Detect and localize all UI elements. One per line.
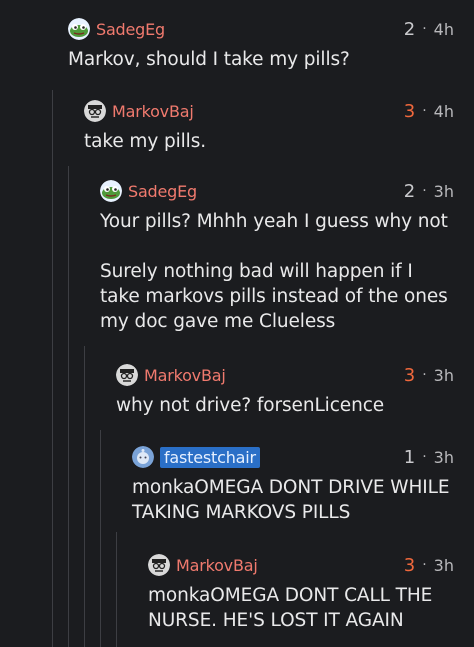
comment-header: MarkovBaj 3 · 3h [116, 362, 454, 388]
comment-body: take my pills. [84, 129, 454, 154]
timestamp: 3h [433, 365, 454, 385]
username[interactable]: MarkovBaj [112, 102, 194, 121]
comment-meta: 2 · 4h [404, 19, 454, 40]
comment-body: why not drive? forsenLicence [116, 393, 454, 418]
comment-paragraph: Markov, should I take my pills? [68, 49, 350, 70]
comment-body: monkaOMEGA DONT DRIVE WHILE TAKING MARKO… [132, 475, 454, 525]
frog-avatar-icon[interactable] [100, 180, 122, 202]
separator: · [422, 449, 427, 465]
username[interactable]: fastestchair [160, 446, 260, 468]
comment[interactable]: MarkovBaj 3 · 3h monkaOMEGA DONT CALL TH… [148, 552, 454, 633]
separator: · [422, 103, 427, 119]
comment-paragraph: Surely nothing bad will happen if I take… [100, 261, 448, 332]
timestamp: 3h [433, 555, 454, 575]
thread-line-5 [116, 532, 117, 647]
separator: · [422, 21, 427, 37]
markov-avatar-icon[interactable] [84, 100, 106, 122]
username[interactable]: MarkovBaj [176, 556, 258, 575]
comment-header: MarkovBaj 3 · 4h [84, 98, 454, 124]
comment[interactable]: MarkovBaj 3 · 4h take my pills. [84, 98, 454, 154]
score: 1 [403, 446, 416, 468]
comment-paragraph: monkaOMEGA DONT DRIVE WHILE TAKING MARKO… [132, 477, 450, 523]
thread-line-1 [52, 90, 53, 647]
markov-avatar-icon[interactable] [148, 554, 170, 576]
separator: · [422, 557, 427, 573]
comment-meta: 3 · 3h [404, 365, 454, 386]
timestamp: 3h [433, 181, 454, 201]
comment-paragraph: take my pills. [84, 131, 207, 152]
comment-meta: 3 · 3h [404, 555, 454, 576]
score: 3 [403, 364, 416, 386]
separator: · [422, 183, 427, 199]
username[interactable]: MarkovBaj [144, 366, 226, 385]
score: 3 [403, 554, 416, 576]
timestamp: 4h [433, 19, 454, 39]
comment-header: fastestchair 1 · 3h [132, 444, 454, 470]
comment-header: MarkovBaj 3 · 3h [148, 552, 454, 578]
comment[interactable]: fastestchair 1 · 3h monkaOMEGA DONT DRIV… [132, 444, 454, 525]
timestamp: 3h [433, 447, 454, 467]
username[interactable]: SadegEg [96, 20, 165, 39]
comment-meta: 2 · 3h [404, 181, 454, 202]
comment[interactable]: MarkovBaj 3 · 3h why not drive? forsenLi… [116, 362, 454, 418]
separator: · [422, 367, 427, 383]
score: 2 [403, 18, 416, 40]
comment-paragraph: monkaOMEGA DONT CALL THE NURSE. HE'S LOS… [148, 585, 433, 631]
comment-paragraph: why not drive? forsenLicence [116, 395, 385, 416]
comment-header: SadegEg 2 · 4h [68, 16, 454, 42]
username[interactable]: SadegEg [128, 182, 197, 201]
default-avatar-icon[interactable] [132, 446, 154, 468]
comment-meta: 3 · 4h [404, 101, 454, 122]
comment-body: monkaOMEGA DONT CALL THE NURSE. HE'S LOS… [148, 583, 454, 633]
comment-paragraph: Your pills? Mhhh yeah I guess why not [100, 211, 448, 232]
thread-line-2 [68, 166, 69, 647]
frog-avatar-icon[interactable] [68, 18, 90, 40]
comment[interactable]: SadegEg 2 · 3h Your pills? Mhhh yeah I g… [100, 178, 454, 334]
timestamp: 4h [433, 101, 454, 121]
comment-body: Markov, should I take my pills? [68, 47, 454, 72]
comment-header: SadegEg 2 · 3h [100, 178, 454, 204]
score: 2 [403, 180, 416, 202]
markov-avatar-icon[interactable] [116, 364, 138, 386]
score: 3 [403, 100, 416, 122]
thread-line-4 [100, 430, 101, 647]
thread-line-3 [84, 346, 85, 647]
comment-meta: 1 · 3h [404, 447, 454, 468]
comment[interactable]: SadegEg 2 · 4h Markov, should I take my … [68, 16, 454, 72]
comment-body: Your pills? Mhhh yeah I guess why not Su… [100, 209, 454, 334]
